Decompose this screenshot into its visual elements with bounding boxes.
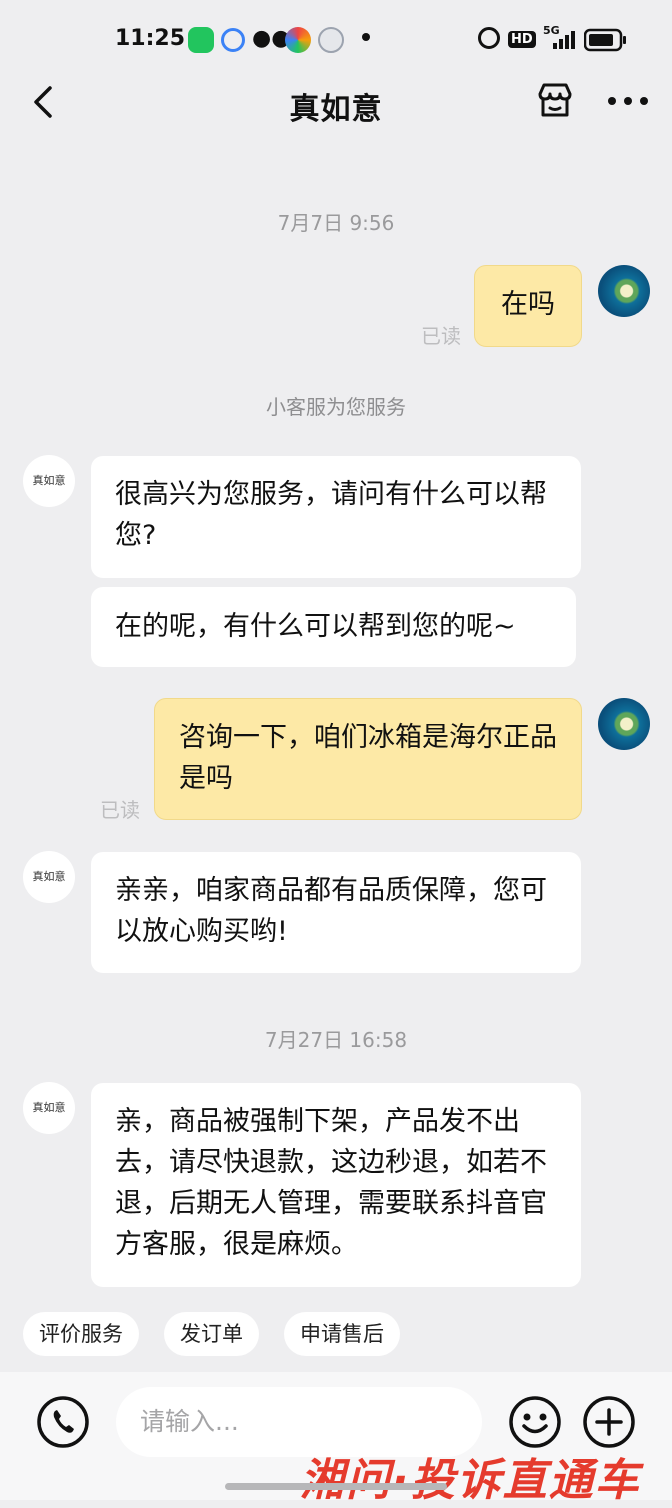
after-sales-button[interactable]: 申请售后 (284, 1312, 400, 1356)
alarm-icon (478, 27, 500, 49)
home-indicator[interactable] (225, 1483, 447, 1490)
timestamp: 7月27日 16:58 (264, 1028, 408, 1052)
more-notifications-dot (362, 33, 370, 41)
system-notice: 小客服为您服务 (266, 395, 406, 419)
more-options-icon[interactable] (606, 96, 650, 106)
message-bubble-shop[interactable]: 亲，商品被强制下架，产品发不出去，请尽快退款，这边秒退，如若不退，后期无人管理，… (91, 1083, 581, 1287)
shop-avatar[interactable]: 真如意 (23, 455, 75, 507)
user-avatar[interactable] (598, 698, 650, 750)
status-time: 11:25 (115, 26, 186, 51)
add-icon[interactable] (582, 1395, 636, 1449)
user-avatar[interactable] (598, 265, 650, 317)
watermark: 湘问·投诉直通车 (300, 1455, 641, 1506)
photos-notification-icon (285, 27, 311, 53)
battery-icon (584, 28, 626, 52)
send-order-button[interactable]: 发订单 (164, 1312, 259, 1356)
message-bubble-mine[interactable]: 咨询一下，咱们冰箱是海尔正品是吗 (154, 698, 582, 820)
read-status: 已读 (100, 798, 140, 822)
shop-avatar[interactable]: 真如意 (23, 1082, 75, 1134)
timestamp: 7月7日 9:56 (277, 211, 395, 235)
message-bubble-shop[interactable]: 在的呢，有什么可以帮到您的呢~ (91, 587, 576, 667)
hd-icon: HD (508, 31, 536, 48)
phone-call-icon[interactable] (36, 1395, 90, 1449)
browser-notification-icon (221, 28, 245, 52)
app-notification-icon (188, 27, 214, 53)
emoji-icon[interactable] (508, 1395, 562, 1449)
status-bar: 11:25 ●● HD 5G (0, 0, 672, 78)
app-notification-icon (318, 27, 344, 53)
read-status: 已读 (421, 324, 461, 348)
message-bubble-shop[interactable]: 亲亲，咱家商品都有品质保障，您可以放心购买哟! (91, 852, 581, 973)
store-icon[interactable] (535, 80, 575, 120)
shop-avatar[interactable]: 真如意 (23, 851, 75, 903)
signal-icon (553, 31, 575, 49)
message-bubble-mine[interactable]: 在吗 (474, 265, 582, 347)
message-bubble-shop[interactable]: 很高兴为您服务，请问有什么可以帮您? (91, 456, 581, 578)
rate-service-button[interactable]: 评价服务 (23, 1312, 139, 1356)
